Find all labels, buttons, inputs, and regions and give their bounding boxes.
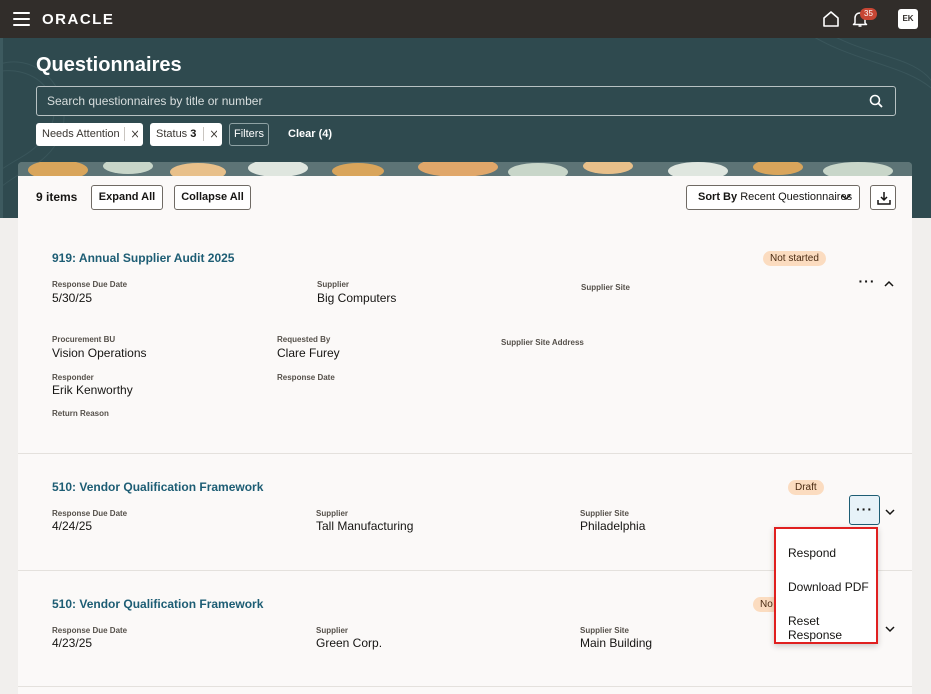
notification-count-badge: 35: [860, 8, 877, 20]
response-due-date-value: 4/24/25: [52, 519, 93, 533]
questionnaire-title-link[interactable]: 510: Vendor Qualification Framework: [52, 597, 263, 611]
response-due-date-label: Response Due Date: [52, 509, 128, 518]
sort-value: Recent Questionnaires: [740, 191, 853, 203]
top-bar: ORACLE 35 EK: [0, 0, 931, 38]
supplier-site-label: Supplier Site: [581, 283, 630, 292]
supplier-site-address-label: Supplier Site Address: [501, 338, 584, 347]
requested-by-label: Requested By: [277, 335, 331, 344]
questionnaire-row: 919: Annual Supplier Audit 2025 Not star…: [18, 222, 912, 454]
chip-label: Needs Attention: [42, 128, 120, 140]
page-title: Questionnaires: [36, 54, 182, 76]
responder-label: Responder: [52, 373, 94, 382]
chip-count: 3: [190, 128, 197, 140]
filter-chip-status: Status 3: [150, 123, 222, 146]
sort-prefix: Sort By: [698, 191, 738, 203]
banner-pattern: [18, 162, 912, 176]
response-due-date-label: Response Due Date: [52, 626, 128, 635]
response-due-date-value: 5/30/25: [52, 291, 93, 305]
download-icon: [877, 192, 891, 205]
response-due-date-label: Response Due Date: [52, 280, 128, 289]
supplier-value: Tall Manufacturing: [316, 519, 414, 533]
supplier-site-value: Philadelphia: [580, 519, 646, 533]
chevron-down-icon: [841, 194, 851, 201]
chip-label: Status: [156, 128, 188, 140]
menu-item-reset-response[interactable]: Reset Response: [788, 614, 876, 642]
expand-all-button[interactable]: Expand All: [91, 185, 163, 210]
supplier-value: Green Corp.: [316, 636, 383, 650]
status-badge: Not started: [763, 251, 826, 266]
more-actions-button[interactable]: ···: [855, 274, 879, 296]
questionnaire-title-link[interactable]: 919: Annual Supplier Audit 2025: [52, 251, 234, 265]
close-icon[interactable]: [203, 127, 217, 141]
procurement-bu-value: Vision Operations: [52, 346, 147, 360]
supplier-label: Supplier: [316, 509, 349, 518]
clear-filters-button[interactable]: Clear (4): [288, 123, 332, 146]
supplier-site-label: Supplier Site: [580, 509, 629, 518]
decorative-banner: [18, 162, 912, 176]
chevron-up-icon[interactable]: [884, 280, 894, 288]
chevron-down-icon[interactable]: [885, 508, 895, 516]
response-date-label: Response Date: [277, 373, 335, 382]
close-icon[interactable]: [124, 127, 138, 141]
filter-chip-needs-attention: Needs Attention: [36, 123, 143, 146]
download-button[interactable]: [870, 185, 896, 210]
chevron-down-icon[interactable]: [885, 625, 895, 633]
actions-menu: Respond Download PDF Reset Response: [774, 527, 878, 644]
status-badge: Draft: [788, 480, 824, 495]
return-reason-label: Return Reason: [52, 409, 109, 418]
more-actions-button[interactable]: ···: [849, 495, 880, 525]
search-input[interactable]: [47, 92, 847, 110]
menu-item-respond[interactable]: Respond: [788, 546, 836, 560]
sort-by-select[interactable]: Sort By Recent Questionnaires: [686, 185, 860, 210]
collapse-all-button[interactable]: Collapse All: [174, 185, 251, 210]
left-edge: [0, 38, 3, 218]
oracle-logo: ORACLE: [42, 11, 115, 28]
supplier-site-label: Supplier Site: [580, 626, 629, 635]
menu-item-download-pdf[interactable]: Download PDF: [788, 580, 869, 594]
avatar[interactable]: EK: [898, 9, 918, 29]
supplier-label: Supplier: [317, 280, 350, 289]
search-icon[interactable]: [869, 94, 883, 108]
menu-icon[interactable]: [13, 12, 30, 26]
requested-by-value: Clare Furey: [277, 346, 340, 360]
supplier-site-value: Main Building: [580, 636, 653, 650]
home-icon[interactable]: [822, 10, 840, 28]
questionnaire-title-link[interactable]: 510: Vendor Qualification Framework: [52, 480, 263, 494]
responder-value: Erik Kenworthy: [52, 383, 133, 397]
supplier-value: Big Computers: [317, 291, 397, 305]
filters-button[interactable]: Filters: [229, 123, 269, 146]
supplier-label: Supplier: [316, 626, 349, 635]
response-due-date-value: 4/23/25: [52, 636, 93, 650]
search-box[interactable]: [36, 86, 896, 116]
procurement-bu-label: Procurement BU: [52, 335, 116, 344]
items-count: 9 items: [36, 190, 78, 204]
